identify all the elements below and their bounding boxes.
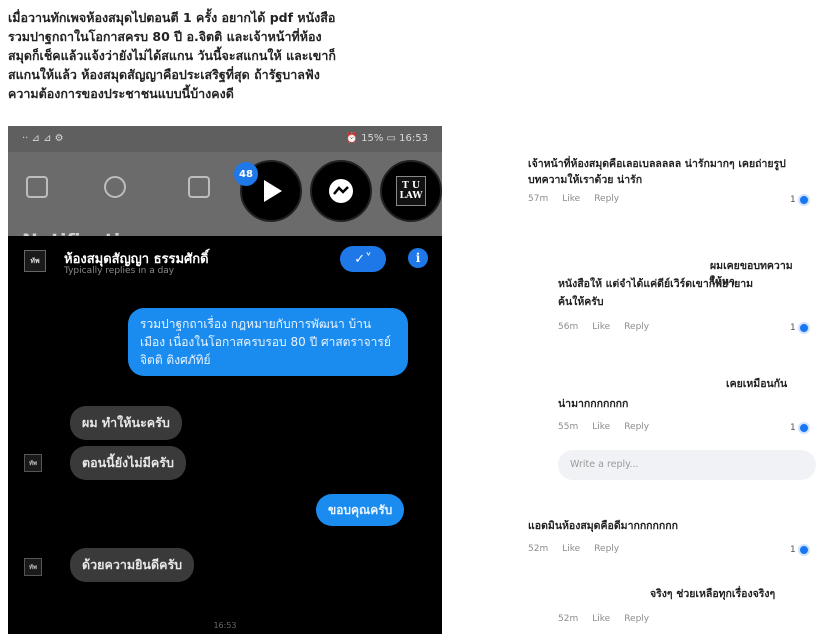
chat-window: ทัพ ห้องสมุดสัญญา ธรรมศักดิ์ Typically r… [8,236,442,634]
caption-line: เมื่อวานทักเพจห้องสมุดไปตอนตี 1 ครั้ง อย… [8,10,336,25]
reply-link[interactable]: Reply [594,194,619,204]
post-caption: เมื่อวานทักเพจห้องสมุดไปตอนตี 1 ครั้ง อย… [8,8,448,103]
caption-line: ความต้องการของประชาชนแบบนี้บ้างคงดี [8,86,234,101]
watch-icon[interactable] [188,176,210,198]
comment-time: 55m [558,422,579,432]
comment-text: ค้นให้ครับ [558,296,604,308]
like-reaction-icon [797,544,810,556]
page-mini-avatar: ทัพ [24,558,42,576]
status-icons-right: ⏰ 15% ▭ 16:53 [345,133,428,144]
caption-line: สมุดก็เช็คแล้วแจ้งว่ายังไม่ได้สแกน วันนี… [8,48,336,63]
home-icon[interactable] [26,176,48,198]
comment-meta: 56m Like Reply [558,322,663,332]
reaction-count: 1 [790,422,810,434]
comments-panel: เจ้าหน้าที่ห้องสมุดคือเลอเบลลลลล น่ารักม… [520,120,816,634]
reaction-number: 1 [790,423,796,433]
reaction-count: 1 [790,544,810,556]
comment-time: 52m [558,614,579,624]
reply-link[interactable]: Reply [594,544,619,554]
comment-time: 57m [528,194,549,204]
comment-text: เคยเหมือนกัน [726,378,788,390]
like-link[interactable]: Like [562,194,580,204]
page-response-time: Typically replies in a day [64,266,175,276]
reply-link[interactable]: Reply [624,614,649,624]
messenger-screenshot: ·· ⊿ ⊿ ⚙ ⏰ 15% ▭ 16:53 Notifications 48 … [8,126,442,634]
like-link[interactable]: Like [592,422,610,432]
incoming-message: ตอนนี้ยังไม่มีครับ [70,446,186,480]
comment-text: หนังสือให้ แต่จำได้แค่ดีย์เวิร์ดเขาก็พยา… [558,278,754,290]
comment-time: 52m [528,544,549,554]
groups-icon[interactable] [104,176,126,198]
like-link[interactable]: Like [562,544,580,554]
comment-meta: 55m Like Reply [558,422,663,432]
reaction-number: 1 [790,545,796,555]
incoming-message: ด้วยความยินดีครับ [70,548,195,582]
comment-time: 56m [558,322,579,332]
like-link[interactable]: Like [592,614,610,624]
comment-meta: 52m Like Reply [528,544,633,554]
message-timestamp: 16:53 [213,621,237,630]
chat-header: ทัพ ห้องสมุดสัญญา ธรรมศักดิ์ Typically r… [8,236,442,284]
reaction-number: 1 [790,195,796,205]
comment-meta: 57m Like Reply [528,194,633,204]
like-reaction-icon [797,194,810,206]
caption-line: สแกนให้แล้ว ห้องสมุดสัญญาคือประเสริฐที่ส… [8,67,320,82]
outgoing-message: รวมปาฐกถาเรื่อง กฎหมายกับการพัฒนา บ้านเม… [128,308,408,376]
tu-law-chat-head[interactable]: T U LAW [380,160,442,222]
facebook-top-bar: Notifications [8,152,442,252]
reaction-count: 1 [790,194,810,206]
reply-input[interactable]: Write a reply... [558,450,816,480]
info-icon[interactable]: i [408,248,428,268]
play-icon [264,180,282,202]
reply-link[interactable]: Reply [624,422,649,432]
messenger-chat-head[interactable] [310,160,372,222]
incoming-message: ผม ทำให้นะครับ [70,406,182,440]
messenger-icon [329,179,353,203]
reaction-count: 1 [790,322,810,334]
status-icons-left: ·· ⊿ ⊿ ⚙ [22,133,64,144]
outgoing-message: ขอบคุณครับ [316,494,405,526]
comment-text: เจ้าหน้าที่ห้องสมุดคือเลอเบลลลลล น่ารักม… [528,158,786,186]
reply-link[interactable]: Reply [624,322,649,332]
like-link[interactable]: Like [592,322,610,332]
check-dropdown-button[interactable]: ✓˅ [340,246,386,272]
comment-text: จริงๆ ช่วยเหลือทุกเรื่องจริงๆ [650,588,776,600]
page-avatar: ทัพ [24,250,46,272]
page-mini-avatar: ทัพ [24,454,42,472]
like-reaction-icon [797,322,810,334]
tu-law-logo: T U LAW [395,176,427,206]
notification-count-badge: 48 [234,162,258,186]
caption-line: รวมปาฐกถาในโอกาสครบ 80 ปี อ.จิตติ และเจ้… [8,29,322,44]
status-bar: ·· ⊿ ⊿ ⚙ ⏰ 15% ▭ 16:53 [8,126,442,152]
comment-text: น่ามากกกกกกก [558,398,629,410]
comment-text: แอดมินห้องสมุดคือดีมากกกกกกก [528,520,678,532]
like-reaction-icon [797,422,810,434]
reaction-number: 1 [790,323,796,333]
comment-meta: 52m Like Reply [558,614,663,624]
